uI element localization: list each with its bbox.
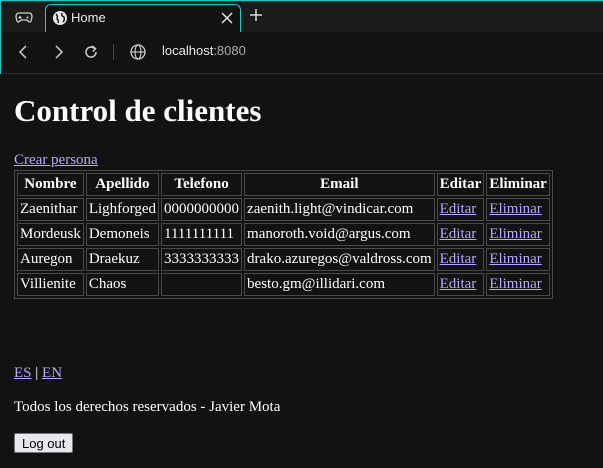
column-header: Editar: [436, 173, 485, 196]
page-title: Control de clientes: [14, 93, 262, 128]
close-icon[interactable]: [220, 11, 234, 25]
cell-telefono: 1111111111: [161, 223, 243, 246]
table-row: Villienite Chaos besto.gm@illidari.com E…: [17, 273, 550, 296]
column-header: Apellido: [85, 173, 160, 196]
edit-link[interactable]: Editar: [440, 201, 477, 217]
column-header: Eliminar: [486, 173, 550, 196]
clients-table: Nombre Apellido Telefono Email Editar El…: [14, 170, 553, 299]
cell-editar: Editar: [436, 273, 485, 296]
delete-link[interactable]: Eliminar: [489, 226, 542, 242]
cell-apellido: Demoneis: [85, 223, 160, 246]
cell-telefono: 0000000000: [161, 198, 243, 221]
cell-telefono: 3333333333: [161, 248, 243, 271]
delete-link[interactable]: Eliminar: [489, 276, 542, 292]
tab-title: Home: [71, 10, 106, 25]
delete-link[interactable]: Eliminar: [489, 201, 542, 217]
column-header: Email: [244, 173, 435, 196]
gamepad-icon[interactable]: [15, 9, 33, 25]
tab-home[interactable]: Home: [45, 4, 241, 33]
browser-chrome: Home localhost:8080: [0, 0, 603, 74]
cell-editar: Editar: [436, 198, 485, 221]
cell-email: drako.azuregos@valdross.com: [244, 248, 435, 271]
cell-email: manoroth.void@argus.com: [244, 223, 435, 246]
url-host: localhost: [162, 43, 214, 58]
logout-button[interactable]: Log out: [14, 433, 74, 453]
cell-nombre: Mordeusk: [17, 223, 84, 246]
cell-editar: Editar: [436, 223, 485, 246]
navigation-toolbar: localhost:8080: [1, 32, 603, 74]
cell-telefono: [161, 273, 243, 296]
arrow-right-icon[interactable]: [49, 43, 67, 61]
edit-link[interactable]: Editar: [440, 226, 477, 242]
column-header: Nombre: [17, 173, 84, 196]
cell-eliminar: Eliminar: [486, 223, 550, 246]
toolbar-divider: [113, 44, 114, 60]
lang-separator: |: [31, 365, 43, 381]
edit-link[interactable]: Editar: [440, 251, 477, 267]
cell-apellido: Lighforged: [85, 198, 160, 221]
table-header-row: Nombre Apellido Telefono Email Editar El…: [17, 173, 550, 196]
cell-apellido: Chaos: [85, 273, 160, 296]
table-row: Zaenithar Lighforged 0000000000 zaenith.…: [17, 198, 550, 221]
cell-apellido: Draekuz: [85, 248, 160, 271]
table-row: Mordeusk Demoneis 1111111111 manoroth.vo…: [17, 223, 550, 246]
footer-text: Todos los derechos reservados - Javier M…: [14, 399, 281, 415]
reload-icon[interactable]: [82, 43, 100, 61]
cell-nombre: Villienite: [17, 273, 84, 296]
cell-editar: Editar: [436, 248, 485, 271]
language-switcher: ES | EN: [14, 365, 62, 382]
cell-eliminar: Eliminar: [486, 273, 550, 296]
address-bar[interactable]: localhost:8080: [162, 43, 246, 58]
edit-link[interactable]: Editar: [440, 276, 477, 292]
globe-icon: [53, 11, 67, 25]
lang-en-link[interactable]: EN: [42, 365, 62, 381]
url-port: :8080: [213, 43, 246, 58]
cell-email: besto.gm@illidari.com: [244, 273, 435, 296]
delete-link[interactable]: Eliminar: [489, 251, 542, 267]
arrow-left-icon[interactable]: [15, 43, 33, 61]
plus-icon[interactable]: [248, 7, 264, 23]
tab-bar: Home: [1, 0, 603, 33]
cell-eliminar: Eliminar: [486, 198, 550, 221]
page-content: Control de clientes Crear persona Nombre…: [0, 74, 603, 468]
column-header: Telefono: [161, 173, 243, 196]
cell-eliminar: Eliminar: [486, 248, 550, 271]
create-person-link[interactable]: Crear persona: [14, 152, 98, 169]
globe-icon[interactable]: [129, 43, 147, 61]
cell-nombre: Zaenithar: [17, 198, 84, 221]
lang-es-link[interactable]: ES: [14, 365, 32, 381]
cell-email: zaenith.light@vindicar.com: [244, 198, 435, 221]
table-row: Auregon Draekuz 3333333333 drako.azurego…: [17, 248, 550, 271]
cell-nombre: Auregon: [17, 248, 84, 271]
